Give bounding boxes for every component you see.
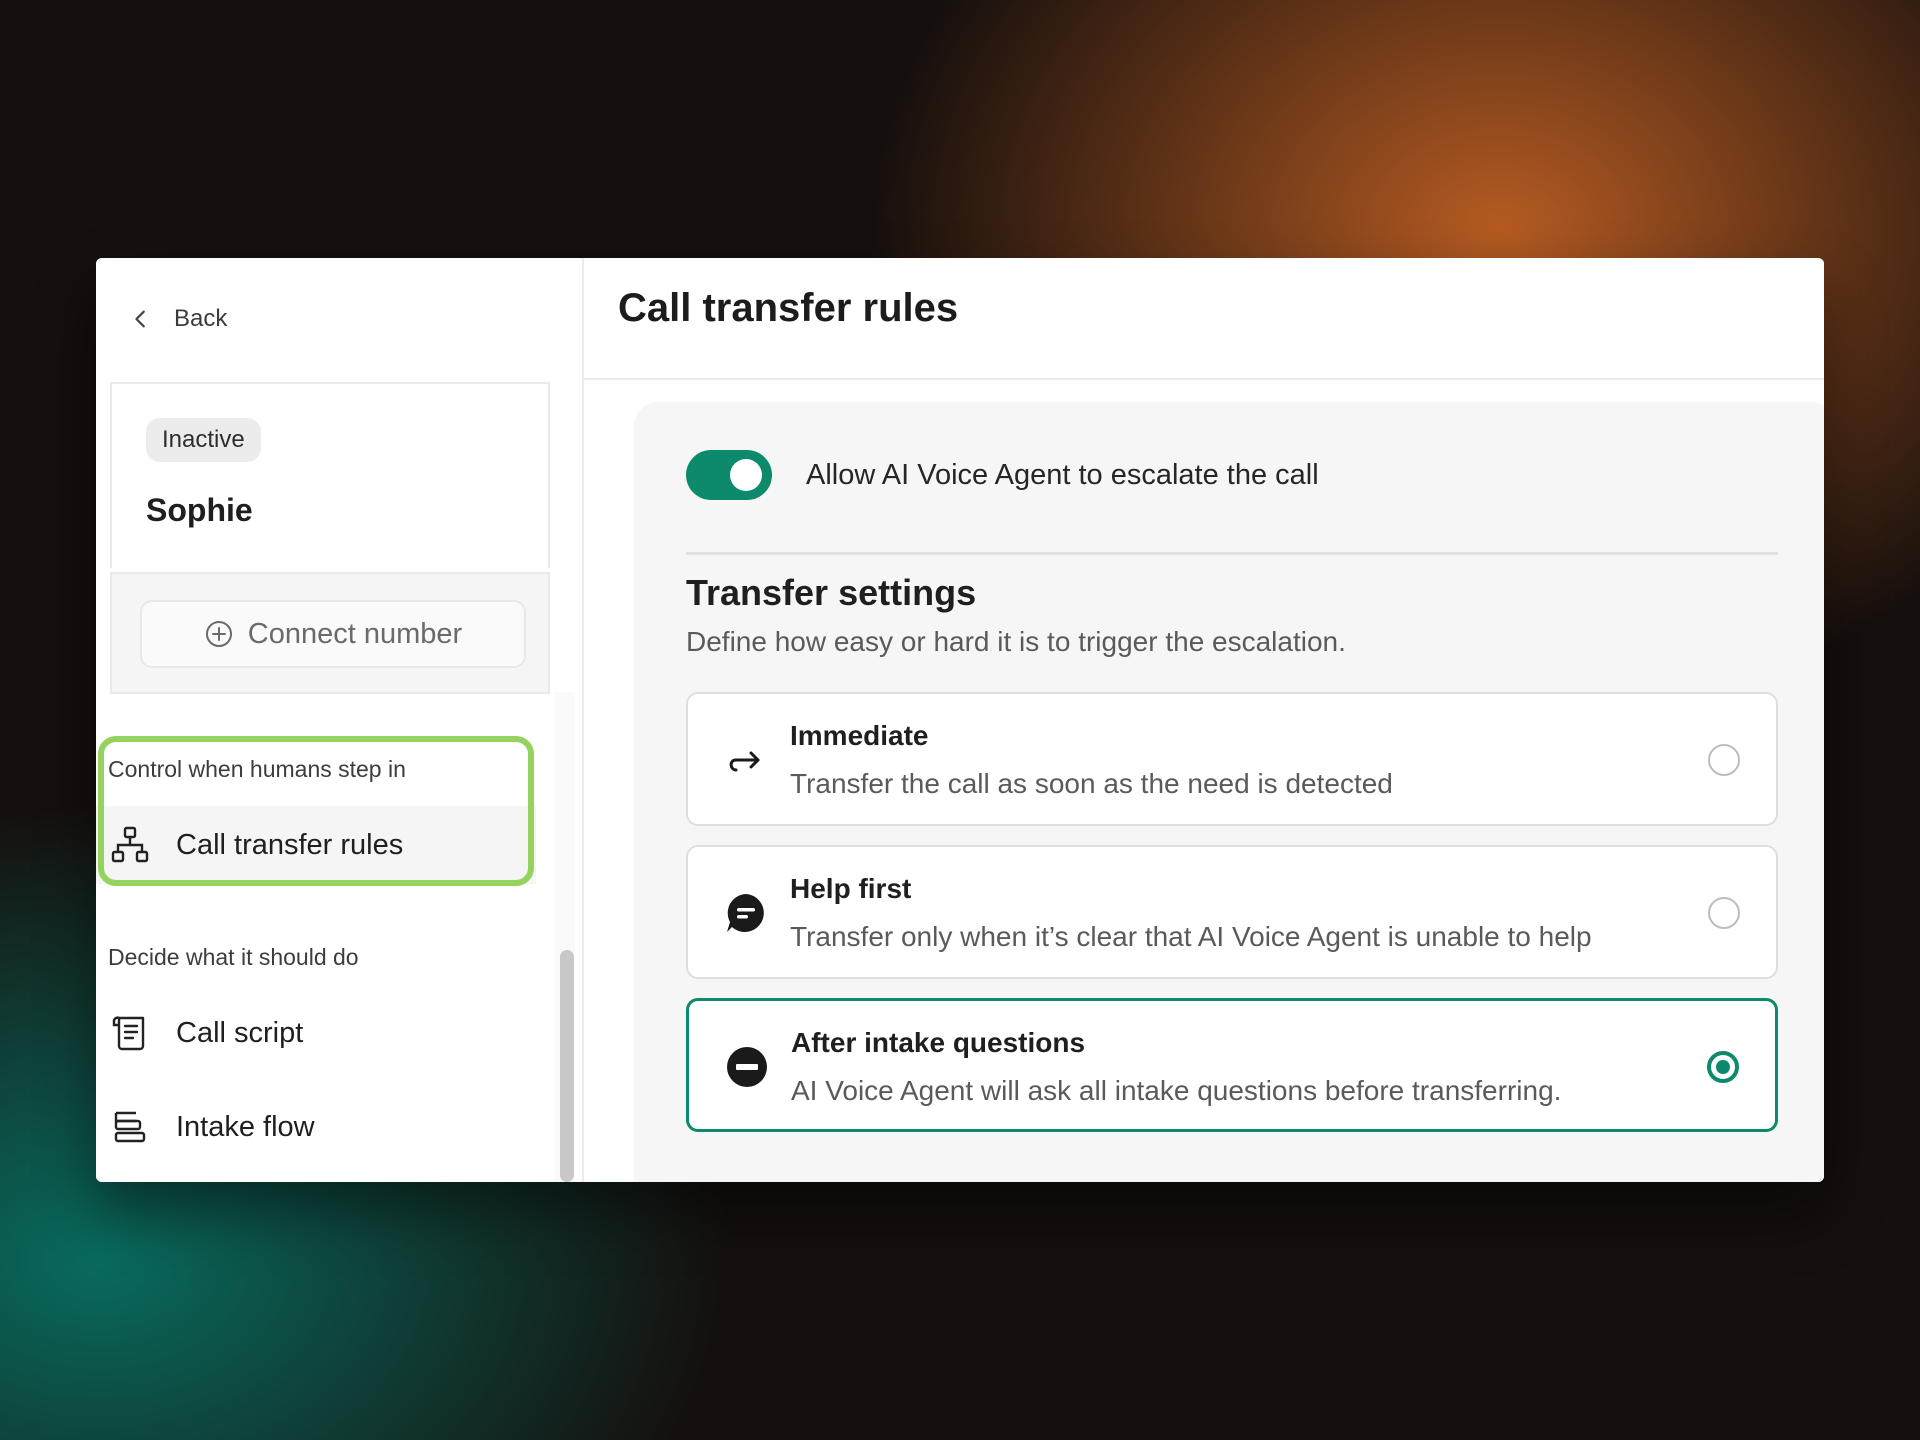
plus-circle-icon [205, 621, 232, 647]
status-badge: Inactive [146, 418, 261, 462]
nav-item-label: Intake flow [176, 1110, 315, 1143]
option-after-intake-questions[interactable]: After intake questions AI Voice Agent wi… [686, 998, 1778, 1132]
script-icon [112, 1016, 145, 1051]
nav-section-label: Decide what it should do [108, 944, 359, 970]
option-description: Transfer the call as soon as the need is… [790, 768, 1393, 799]
flow-icon [114, 1111, 146, 1143]
scrollbar-thumb[interactable] [560, 950, 574, 1182]
option-description: Transfer only when it’s clear that AI Vo… [790, 921, 1592, 952]
back-button[interactable]: Back [130, 294, 227, 344]
option-radio[interactable] [1708, 897, 1740, 929]
escalation-toggle-label: Allow AI Voice Agent to escalate the cal… [806, 459, 1319, 491]
transfer-settings-title: Transfer settings [686, 572, 977, 613]
option-radio[interactable] [1708, 744, 1740, 776]
connect-number-area: Connect number [110, 572, 550, 694]
nav-item-label: Call script [176, 1016, 304, 1049]
connect-number-button[interactable]: Connect number [140, 600, 526, 668]
app-window: Back Inactive Sophie Connect number Cont… [96, 258, 1824, 1182]
connect-number-label: Connect number [247, 617, 463, 650]
settings-panel: Allow AI Voice Agent to escalate the cal… [634, 402, 1824, 1182]
nav-item-call-script[interactable]: Call script [96, 994, 536, 1072]
back-label: Back [174, 305, 228, 332]
option-title: Immediate [790, 720, 929, 751]
chevron-left-icon [135, 310, 145, 328]
redirect-arrow-icon [729, 751, 760, 772]
option-title: Help first [790, 873, 912, 904]
main-content: Call transfer rules Allow AI Voice Agent… [584, 258, 1824, 1182]
escalation-toggle-row: Allow AI Voice Agent to escalate the cal… [686, 450, 1778, 555]
sidebar: Back Inactive Sophie Connect number Cont… [96, 258, 584, 1182]
minus-circle-icon [727, 1047, 767, 1087]
option-description: AI Voice Agent will ask all intake quest… [791, 1075, 1562, 1106]
highlight-outline [98, 736, 534, 886]
option-radio-selected[interactable] [1707, 1051, 1739, 1083]
page-title: Call transfer rules [618, 286, 959, 330]
transfer-settings-subtitle: Define how easy or hard it is to trigger… [686, 626, 1346, 657]
option-immediate[interactable]: Immediate Transfer the call as soon as t… [686, 692, 1778, 826]
agent-name: Sophie [146, 492, 253, 528]
page-header: Call transfer rules [584, 258, 1824, 380]
toggle-knob [730, 459, 762, 491]
nav-item-intake-flow[interactable]: Intake flow [96, 1088, 536, 1166]
agent-card: Inactive Sophie [110, 382, 550, 568]
escalation-toggle[interactable] [686, 450, 772, 500]
chat-bubble-icon [727, 894, 764, 932]
option-title: After intake questions [791, 1027, 1086, 1058]
option-help-first[interactable]: Help first Transfer only when it’s clear… [686, 845, 1778, 979]
